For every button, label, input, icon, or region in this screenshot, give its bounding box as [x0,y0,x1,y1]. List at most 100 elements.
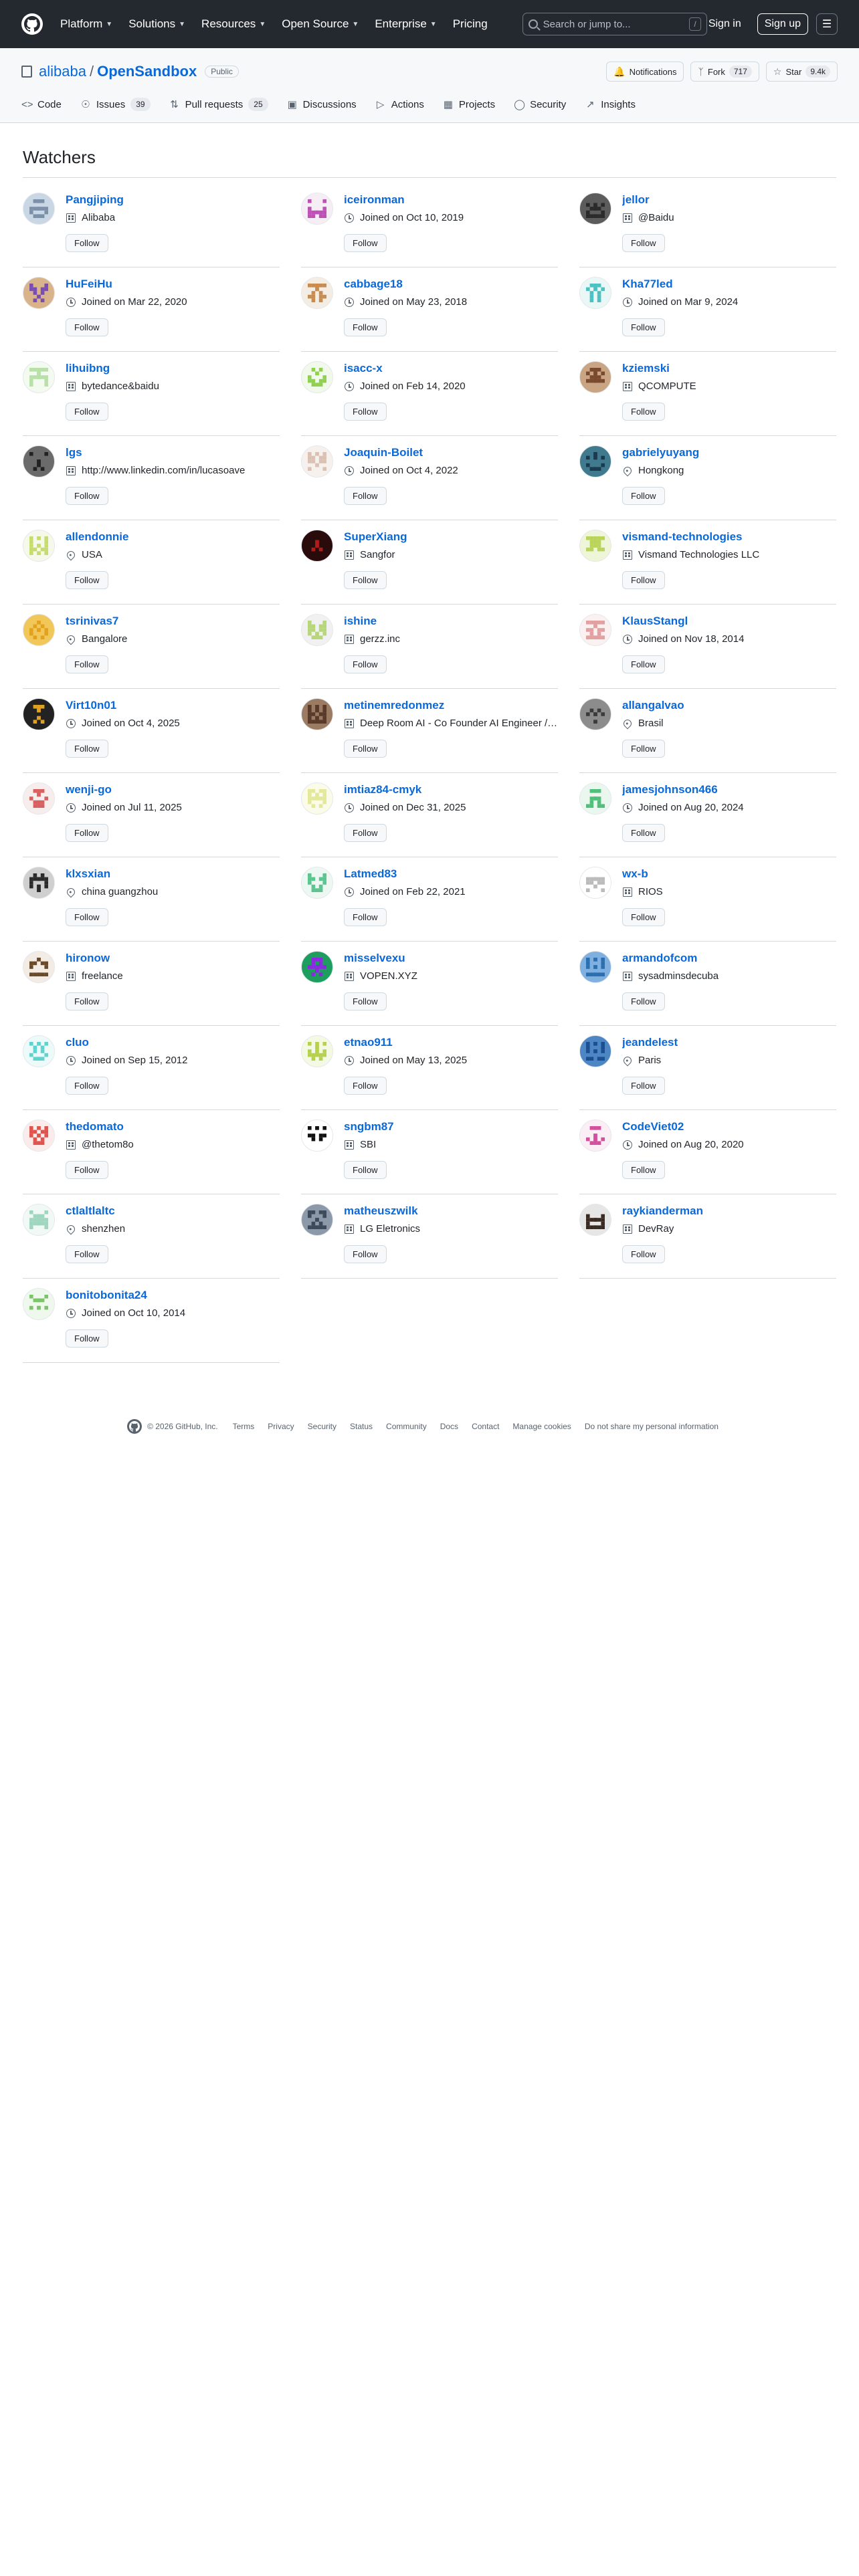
avatar[interactable] [579,445,611,477]
follow-button[interactable]: Follow [66,1077,108,1095]
watcher-username-link[interactable]: sngbm87 [344,1119,558,1134]
watcher-username-link[interactable]: jamesjohnson466 [622,782,836,797]
watcher-username-link[interactable]: imtiaz84-cmyk [344,782,558,797]
footer-link-docs[interactable]: Docs [440,1422,458,1431]
avatar[interactable] [579,1035,611,1067]
follow-button[interactable]: Follow [66,234,108,252]
watcher-username-link[interactable]: CodeViet02 [622,1119,836,1134]
watcher-username-link[interactable]: misselvexu [344,951,558,966]
follow-button[interactable]: Follow [66,740,108,758]
avatar[interactable] [301,1035,333,1067]
avatar[interactable] [301,614,333,646]
follow-button[interactable]: Follow [344,655,387,673]
avatar[interactable] [301,277,333,309]
watcher-username-link[interactable]: ctlaltlaltc [66,1204,280,1218]
avatar[interactable] [579,277,611,309]
avatar[interactable] [23,782,55,815]
watcher-username-link[interactable]: Pangjiping [66,193,280,207]
github-footer-logo-icon[interactable] [127,1419,142,1434]
watcher-username-link[interactable]: Joaquin-Boilet [344,445,558,460]
watcher-username-link[interactable]: allangalvao [622,698,836,713]
follow-button[interactable]: Follow [622,655,665,673]
follow-button[interactable]: Follow [66,1329,108,1348]
watcher-username-link[interactable]: wenji-go [66,782,280,797]
avatar[interactable] [23,1119,55,1152]
avatar[interactable] [301,445,333,477]
avatar[interactable] [23,277,55,309]
watcher-username-link[interactable]: HuFeiHu [66,277,280,292]
avatar[interactable] [23,867,55,899]
tab-projects[interactable]: ▦ Projects [443,98,495,111]
avatar[interactable] [579,614,611,646]
tab-discussions[interactable]: ▣ Discussions [287,98,357,111]
avatar[interactable] [579,1204,611,1236]
follow-button[interactable]: Follow [622,824,665,842]
tab-pull-requests[interactable]: ⇅ Pull requests 25 [169,98,268,111]
tab-code[interactable]: <> Code [21,99,62,110]
avatar[interactable] [579,782,611,815]
follow-button[interactable]: Follow [344,1245,387,1263]
tab-actions[interactable]: ▷ Actions [375,98,424,111]
watcher-username-link[interactable]: jellor [622,193,836,207]
follow-button[interactable]: Follow [622,318,665,336]
nav-platform[interactable]: Platform ▼ [60,17,112,31]
avatar[interactable] [301,1119,333,1152]
watcher-username-link[interactable]: etnao911 [344,1035,558,1050]
watcher-username-link[interactable]: allendonnie [66,530,280,544]
follow-button[interactable]: Follow [344,908,387,926]
avatar[interactable] [579,361,611,393]
watcher-username-link[interactable]: Virt10n01 [66,698,280,713]
avatar[interactable] [579,193,611,225]
watcher-username-link[interactable]: raykianderman [622,1204,836,1218]
watcher-username-link[interactable]: thedomato [66,1119,280,1134]
nav-resources[interactable]: Resources ▼ [201,17,266,31]
footer-link-community[interactable]: Community [386,1422,427,1431]
nav-enterprise[interactable]: Enterprise ▼ [375,17,436,31]
follow-button[interactable]: Follow [344,1161,387,1179]
follow-button[interactable]: Follow [66,487,108,505]
avatar[interactable] [23,698,55,730]
follow-button[interactable]: Follow [66,824,108,842]
follow-button[interactable]: Follow [66,1161,108,1179]
repo-owner-link[interactable]: alibaba [39,63,86,80]
follow-button[interactable]: Follow [622,908,665,926]
repo-name-link[interactable]: OpenSandbox [97,63,197,80]
follow-button[interactable]: Follow [66,1245,108,1263]
footer-link-do-not-share[interactable]: Do not share my personal information [585,1422,719,1431]
footer-link-terms[interactable]: Terms [233,1422,255,1431]
watcher-username-link[interactable]: kziemski [622,361,836,376]
avatar[interactable] [579,1119,611,1152]
follow-button[interactable]: Follow [66,571,108,589]
follow-button[interactable]: Follow [344,487,387,505]
follow-button[interactable]: Follow [344,403,387,421]
follow-button[interactable]: Follow [622,487,665,505]
watcher-username-link[interactable]: armandofcom [622,951,836,966]
follow-button[interactable]: Follow [66,908,108,926]
follow-button[interactable]: Follow [622,1077,665,1095]
avatar[interactable] [579,951,611,983]
follow-button[interactable]: Follow [66,403,108,421]
search-input[interactable]: Search or jump to... / [522,13,707,35]
avatar[interactable] [23,951,55,983]
follow-button[interactable]: Follow [622,571,665,589]
watcher-username-link[interactable]: KlausStangl [622,614,836,629]
watcher-username-link[interactable]: matheuszwilk [344,1204,558,1218]
menu-icon[interactable]: ☰ [816,13,838,35]
avatar[interactable] [301,193,333,225]
avatar[interactable] [579,698,611,730]
tab-issues[interactable]: ☉ Issues 39 [80,98,151,111]
footer-link-status[interactable]: Status [350,1422,373,1431]
avatar[interactable] [301,867,333,899]
sign-in-link[interactable]: Sign in [708,18,741,30]
watcher-username-link[interactable]: Kha77led [622,277,836,292]
watcher-username-link[interactable]: SuperXiang [344,530,558,544]
star-button[interactable]: ☆ Star 9.4k [765,62,838,82]
watcher-username-link[interactable]: lgs [66,445,280,460]
watcher-username-link[interactable]: cabbage18 [344,277,558,292]
watcher-username-link[interactable]: gabrielyuyang [622,445,836,460]
follow-button[interactable]: Follow [344,740,387,758]
follow-button[interactable]: Follow [344,571,387,589]
follow-button[interactable]: Follow [66,318,108,336]
avatar[interactable] [301,782,333,815]
footer-link-manage-cookies[interactable]: Manage cookies [512,1422,571,1431]
